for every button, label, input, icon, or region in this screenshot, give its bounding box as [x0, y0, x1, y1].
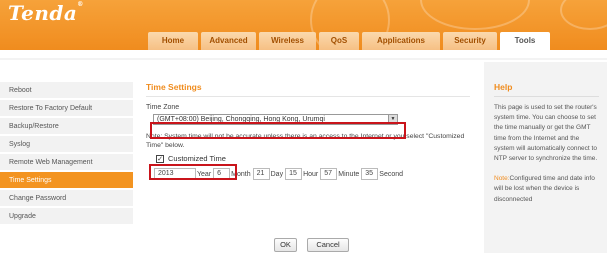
- help-note-text: Configured time and date info will be lo…: [494, 175, 595, 203]
- help-text: This page is used to set the router's sy…: [494, 104, 598, 163]
- customized-time-label: Customized Time: [168, 154, 226, 163]
- sidebar: Reboot Restore To Factory Default Backup…: [0, 82, 133, 226]
- hour-label: Hour: [303, 170, 319, 178]
- second-label: Second: [379, 170, 404, 178]
- ok-button[interactable]: OK: [274, 238, 297, 252]
- tab-applications[interactable]: Applications: [362, 32, 440, 50]
- divider: [0, 58, 607, 60]
- minute-label: Minute: [338, 170, 360, 178]
- sidebar-item-restore-default[interactable]: Restore To Factory Default: [0, 100, 133, 118]
- help-note-label: Note:: [494, 175, 510, 183]
- sidebar-item-backup-restore[interactable]: Backup/Restore: [0, 118, 133, 136]
- title-divider: [146, 96, 470, 97]
- day-label: Day: [270, 170, 284, 178]
- customized-time-highlight: [149, 164, 237, 180]
- header-decoration: [560, 0, 607, 30]
- minute-input[interactable]: 57: [320, 168, 338, 180]
- form-buttons: OK Cancel: [274, 238, 349, 252]
- help-note: Note:Configured time and date info will …: [494, 174, 599, 205]
- sidebar-item-upgrade[interactable]: Upgrade: [0, 208, 133, 226]
- tab-home[interactable]: Home: [148, 32, 198, 50]
- help-title: Help: [494, 82, 513, 92]
- tab-qos[interactable]: QoS: [319, 32, 359, 50]
- help-divider: [494, 96, 599, 97]
- sidebar-item-change-password[interactable]: Change Password: [0, 190, 133, 208]
- tab-advanced[interactable]: Advanced: [201, 32, 256, 50]
- tenda-logo: Tenda®: [8, 1, 84, 25]
- sidebar-item-remote-web-management[interactable]: Remote Web Management: [0, 154, 133, 172]
- customized-time-row: ✓ Customized Time: [146, 153, 474, 164]
- cancel-button[interactable]: Cancel: [307, 238, 349, 252]
- main-nav: Home Advanced Wireless QoS Applications …: [148, 32, 553, 50]
- help-panel: Help This page is used to set the router…: [484, 62, 607, 253]
- second-input[interactable]: 35: [361, 168, 379, 180]
- sidebar-item-time-settings[interactable]: Time Settings: [0, 172, 133, 190]
- sidebar-item-syslog[interactable]: Syslog: [0, 136, 133, 154]
- header-decoration: [420, 0, 530, 30]
- tab-wireless[interactable]: Wireless: [259, 32, 316, 50]
- timezone-label: Time Zone: [146, 104, 180, 111]
- sidebar-item-reboot[interactable]: Reboot: [0, 82, 133, 100]
- customized-time-checkbox[interactable]: ✓: [156, 154, 164, 163]
- day-input[interactable]: 21: [252, 168, 270, 180]
- tab-security[interactable]: Security: [443, 32, 497, 50]
- timezone-highlight: [150, 122, 406, 139]
- tab-tools[interactable]: Tools: [500, 32, 550, 50]
- page-title: Time Settings: [146, 82, 202, 92]
- hour-input[interactable]: 15: [285, 168, 303, 180]
- top-header: Tenda® Home Advanced Wireless QoS Applic…: [0, 0, 607, 50]
